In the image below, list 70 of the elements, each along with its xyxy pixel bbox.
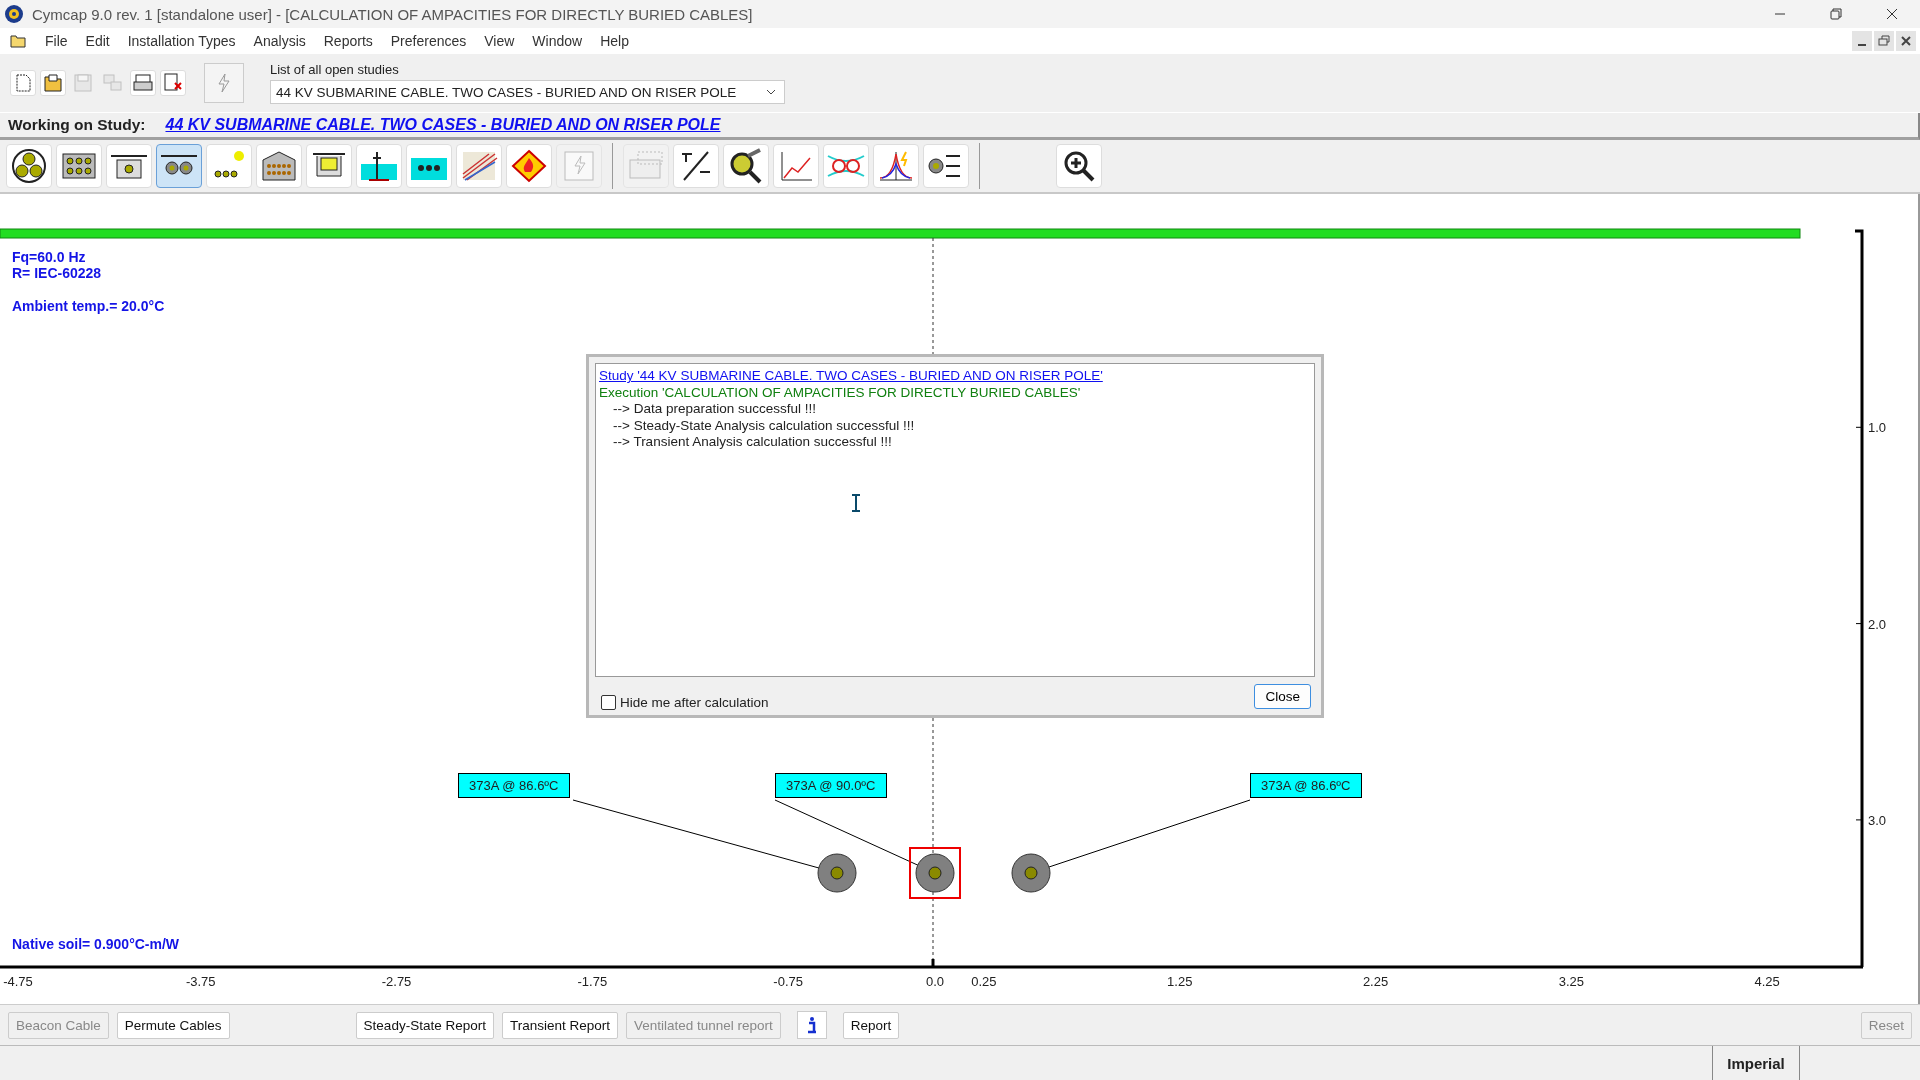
menu-item[interactable]: Preferences bbox=[381, 33, 476, 49]
tool-button[interactable] bbox=[156, 144, 202, 188]
axis-label: 0.0 bbox=[925, 974, 945, 989]
menu-item[interactable]: Installation Types bbox=[118, 33, 245, 49]
new-file-icon[interactable] bbox=[10, 70, 36, 96]
axis-label: 3.0 bbox=[1868, 812, 1887, 828]
cable-label[interactable]: 373A @ 86.6ºC bbox=[458, 773, 570, 798]
info-text: R= IEC-60228 bbox=[12, 265, 103, 281]
cable[interactable] bbox=[1011, 853, 1051, 893]
units-indicator: Imperial bbox=[1712, 1046, 1800, 1080]
axis-label: 1.0 bbox=[1868, 420, 1887, 436]
text-cursor-icon bbox=[851, 494, 861, 512]
delete-icon[interactable] bbox=[160, 70, 186, 96]
checkbox[interactable] bbox=[601, 694, 616, 710]
field-label: List of all open studies bbox=[270, 62, 400, 77]
close-icon[interactable] bbox=[1886, 8, 1898, 20]
log-line: --> Transient Analysis calculation successful !!! bbox=[612, 434, 893, 451]
log-line: Execution 'CALCULATION OF AMPACITIES FOR DIRECTLY BURIED CABLES' bbox=[599, 384, 1082, 401]
minimize-icon[interactable] bbox=[1852, 31, 1872, 51]
info-text: Native soil= 0.900°C-m/W bbox=[12, 936, 180, 952]
menu-item[interactable]: Help bbox=[591, 33, 638, 49]
study-link[interactable]: Study '44 KV SUBMARINE CABLE. TWO CASES - BURIED AND ON RISER POLE' bbox=[599, 368, 1103, 385]
info-icon bbox=[806, 1016, 817, 1034]
close-button[interactable]: Close bbox=[1254, 683, 1311, 709]
axis-label: -4.75 bbox=[3, 974, 33, 989]
window-title: Cymcap 9.0 rev. 1 [standalone user] - [CALCULATION OF AMPACITIES FOR DIRECTLY BURIED CABLES] bbox=[32, 5, 754, 23]
app-icon bbox=[4, 4, 24, 24]
action-button[interactable]: Transient Report bbox=[501, 1011, 618, 1039]
axis-label: 3.25 bbox=[1558, 974, 1584, 989]
open-folder-icon[interactable] bbox=[40, 70, 66, 96]
menu-item[interactable]: Analysis bbox=[244, 33, 315, 49]
action-button[interactable]: Permute Cables bbox=[116, 1011, 230, 1039]
menu-item[interactable]: Reports bbox=[314, 33, 382, 49]
action-button[interactable]: Steady-State Report bbox=[355, 1011, 494, 1039]
axis-label: -0.75 bbox=[773, 974, 803, 989]
restore-icon[interactable] bbox=[1874, 31, 1894, 51]
log-line: --> Steady-State Analysis calculation successful !!! bbox=[612, 417, 916, 434]
axis-label: -3.75 bbox=[185, 974, 216, 989]
menu-item[interactable]: File bbox=[36, 33, 77, 49]
axis-label: 1.25 bbox=[1167, 974, 1193, 989]
menu-item[interactable]: Edit bbox=[76, 33, 119, 49]
axis-label: -2.75 bbox=[381, 974, 412, 989]
study-link[interactable]: 44 KV SUBMARINE CABLE. TWO CASES - BURIED AND ON RISER POLE bbox=[165, 116, 721, 134]
printer-icon[interactable] bbox=[130, 70, 156, 96]
axis-label: 2.25 bbox=[1362, 974, 1389, 989]
menu-item[interactable]: View bbox=[475, 33, 524, 49]
info-button[interactable] bbox=[796, 1011, 827, 1039]
menu-item[interactable]: Window bbox=[523, 33, 592, 49]
studies-dropdown[interactable]: 44 KV SUBMARINE CABLE. TWO CASES - BURIED AND ON RISER POLE bbox=[270, 80, 785, 104]
folder-icon bbox=[10, 34, 26, 48]
fire-icon bbox=[509, 148, 549, 184]
restore-icon[interactable] bbox=[1830, 8, 1842, 20]
checkbox-label: Hide me after calculation bbox=[620, 694, 769, 710]
close-icon[interactable] bbox=[1896, 31, 1916, 51]
cable-label[interactable]: 373A @ 90.0ºC bbox=[775, 773, 887, 798]
study-label: Working on Study: bbox=[8, 116, 146, 134]
axis-label: -1.75 bbox=[577, 974, 608, 989]
info-text: Ambient temp.= 20.0°C bbox=[12, 298, 165, 314]
cable[interactable] bbox=[817, 853, 857, 893]
trefoil-cables-icon bbox=[9, 148, 49, 184]
info-text: Fq=60.0 Hz bbox=[12, 249, 87, 265]
axis-label: 0.25 bbox=[971, 974, 997, 989]
log-line: --> Data preparation successful !!! bbox=[612, 401, 817, 418]
axis-label: 2.0 bbox=[1868, 616, 1887, 632]
zoom-button[interactable] bbox=[1056, 144, 1102, 188]
axis-label: 4.25 bbox=[1754, 974, 1780, 989]
cable[interactable] bbox=[915, 853, 955, 893]
action-button[interactable]: Report bbox=[842, 1011, 900, 1039]
cable-label[interactable]: 373A @ 86.6ºC bbox=[1250, 773, 1362, 798]
chevron-icon bbox=[766, 89, 776, 95]
